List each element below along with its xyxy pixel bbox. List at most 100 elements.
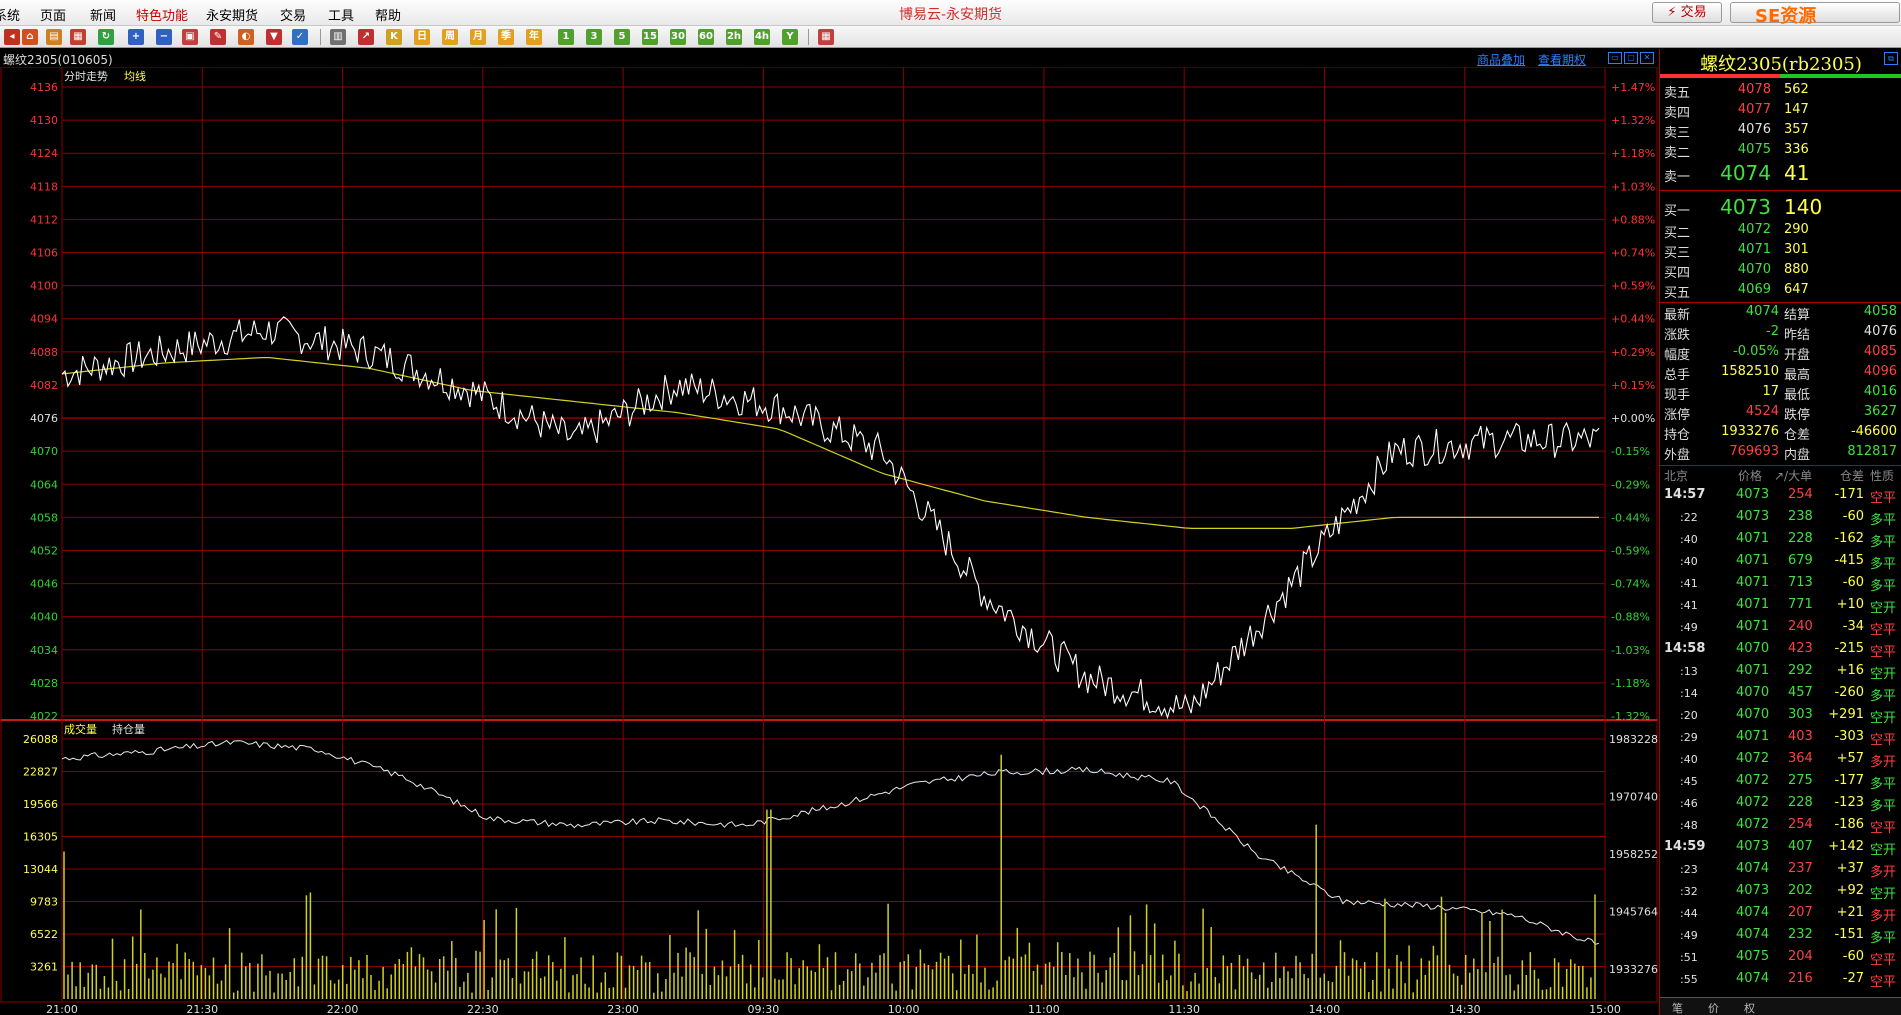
tick-row[interactable]: :40 4071 228 -162 多平 [1660,529,1901,551]
period-30-icon[interactable]: 30 [670,29,686,45]
tick-row[interactable]: :45 4072 275 -177 多平 [1660,771,1901,793]
ask-row[interactable]: 卖四 4077 147 [1660,101,1901,121]
tick-row[interactable]: :49 4071 240 -34 空平 [1660,617,1901,639]
restore-icon[interactable]: ▭ [1608,52,1622,64]
tick-price: 4071 [1736,553,1770,568]
options-link[interactable]: 查看期权 [1538,51,1586,68]
tick-row[interactable]: 14:59 4073 407 +142 空开 [1660,837,1901,859]
tick-row[interactable]: :48 4072 254 -186 空平 [1660,815,1901,837]
back-icon[interactable]: ◂ [4,29,20,45]
period-3-icon[interactable]: 3 [586,29,602,45]
quote-tab[interactable]: 笔 [1672,1000,1683,1015]
quote-tab[interactable]: 价 [1708,1000,1719,1015]
period-15-icon[interactable]: 15 [642,29,658,45]
tick-volume: 237 [1788,861,1813,876]
tick-row[interactable]: :40 4072 364 +57 多开 [1660,749,1901,771]
tick-row[interactable]: :41 4071 771 +10 空开 [1660,595,1901,617]
ask-row[interactable]: 卖五 4078 562 [1660,81,1901,101]
period-60-icon[interactable]: 60 [698,29,714,45]
tick-time: :44 [1680,907,1698,920]
bid-label: 买三 [1664,246,1691,261]
percent-tick-label: +1.47% [1611,81,1655,94]
period-week-icon[interactable]: 周 [442,29,458,45]
overlay-link[interactable]: 商品叠加 [1477,51,1525,68]
tick-row[interactable]: :20 4070 303 +291 空开 [1660,705,1901,727]
bid-row[interactable]: 买四 4070 880 [1660,261,1901,281]
tick-row[interactable]: :32 4073 202 +92 空开 [1660,881,1901,903]
intraday-chart[interactable]: 4136 +1.47% 4130 +1.32% 4124 +1.18% 4118 +1.03%… [0,67,1658,1015]
tick-volume: 771 [1788,597,1813,612]
bid-label: 买五 [1664,286,1691,301]
news-icon[interactable]: ▦ [70,29,86,45]
stat-row: 幅度 -0.05% 开盘 4085 [1660,344,1901,364]
price-tick-label: 4118 [30,180,58,193]
tick-volume: 216 [1788,971,1813,986]
refresh-icon[interactable]: ↻ [98,29,114,45]
calculator-icon[interactable]: ▦ [818,29,834,45]
folder-icon[interactable]: ▤ [46,29,62,45]
windows-icon[interactable]: ▣ [182,29,198,45]
tick-row[interactable]: :40 4071 679 -415 多平 [1660,551,1901,573]
volume-tick-label: 9783 [30,896,58,909]
trade-button[interactable]: ⚡ 交易 [1652,2,1722,23]
draw-icon[interactable]: ◐ [238,29,254,45]
table-icon[interactable]: ▥ [330,29,346,45]
ask-row[interactable]: 卖二 4075 336 [1660,141,1901,161]
stat-value: 4058 [1863,304,1897,319]
time-tick-label: 22:30 [467,1003,499,1015]
popout-icon[interactable]: ⧉ [1884,52,1898,65]
period-season-icon[interactable]: 季 [498,29,514,45]
tick-volume: 303 [1788,707,1813,722]
tick-time: :32 [1680,885,1698,898]
quote-tab[interactable]: 权 [1744,1000,1755,1015]
period-year-icon[interactable]: 年 [526,29,542,45]
bid-row[interactable]: 买五 4069 647 [1660,281,1901,301]
tick-oi-change: +142 [1828,839,1864,854]
period-1-icon[interactable]: 1 [558,29,574,45]
tick-row[interactable]: :13 4071 292 +16 空开 [1660,661,1901,683]
tick-row[interactable]: :49 4074 232 -151 多平 [1660,925,1901,947]
period-2h-icon[interactable]: 2h [726,29,742,45]
period-y-icon[interactable]: Y [782,29,798,45]
percent-tick-label: -0.44% [1611,511,1650,524]
tick-volume: 228 [1788,531,1813,546]
period-5-icon[interactable]: 5 [614,29,630,45]
tick-row[interactable]: :55 4074 216 -27 空平 [1660,969,1901,991]
bid-row[interactable]: 买二 4072 290 [1660,221,1901,241]
time-tick-label: 23:00 [607,1003,639,1015]
tick-row[interactable]: :44 4074 207 +21 多开 [1660,903,1901,925]
pencil-icon[interactable]: ✎ [210,29,226,45]
tick-type: 空平 [1870,821,1897,836]
tick-row[interactable]: 14:57 4073 254 -171 空平 [1660,485,1901,507]
time-tick-label: 11:30 [1168,1003,1200,1015]
tick-row[interactable]: 14:58 4070 423 -215 空平 [1660,639,1901,661]
tick-row[interactable]: :22 4073 238 -60 多平 [1660,507,1901,529]
tick-row[interactable]: :29 4071 403 -303 空平 [1660,727,1901,749]
tick-price: 4074 [1736,927,1770,942]
tick-volume: 232 [1788,927,1813,942]
maximize-icon[interactable]: ▢ [1624,52,1638,64]
tick-price: 4071 [1736,663,1770,678]
bid-row[interactable]: 买三 4071 301 [1660,241,1901,261]
ask-row[interactable]: 卖一 4074 41 [1660,161,1901,187]
tick-type: 空开 [1870,667,1897,682]
tick-volume: 204 [1788,949,1813,964]
indicator-icon[interactable]: ✓ [292,29,308,45]
tick-row[interactable]: :41 4071 713 -60 多平 [1660,573,1901,595]
period-4h-icon[interactable]: 4h [754,29,770,45]
zoom-out-icon[interactable]: − [156,29,172,45]
close-icon[interactable]: ✕ [1640,52,1654,64]
filter-icon[interactable]: ▼ [266,29,282,45]
bid-row[interactable]: 买一 4073 140 [1660,195,1901,221]
zoom-in-icon[interactable]: + [128,29,144,45]
tick-row[interactable]: :46 4072 228 -123 多平 [1660,793,1901,815]
tick-row[interactable]: :14 4070 457 -260 多平 [1660,683,1901,705]
period-day-icon[interactable]: 日 [414,29,430,45]
kline-icon[interactable]: K [386,29,402,45]
home-icon[interactable]: ⌂ [22,29,38,45]
ask-row[interactable]: 卖三 4076 357 [1660,121,1901,141]
period-month-icon[interactable]: 月 [470,29,486,45]
intraday-chart-icon[interactable]: ↗ [358,29,374,45]
tick-row[interactable]: :51 4075 204 -60 空平 [1660,947,1901,969]
tick-row[interactable]: :23 4074 237 +37 多开 [1660,859,1901,881]
